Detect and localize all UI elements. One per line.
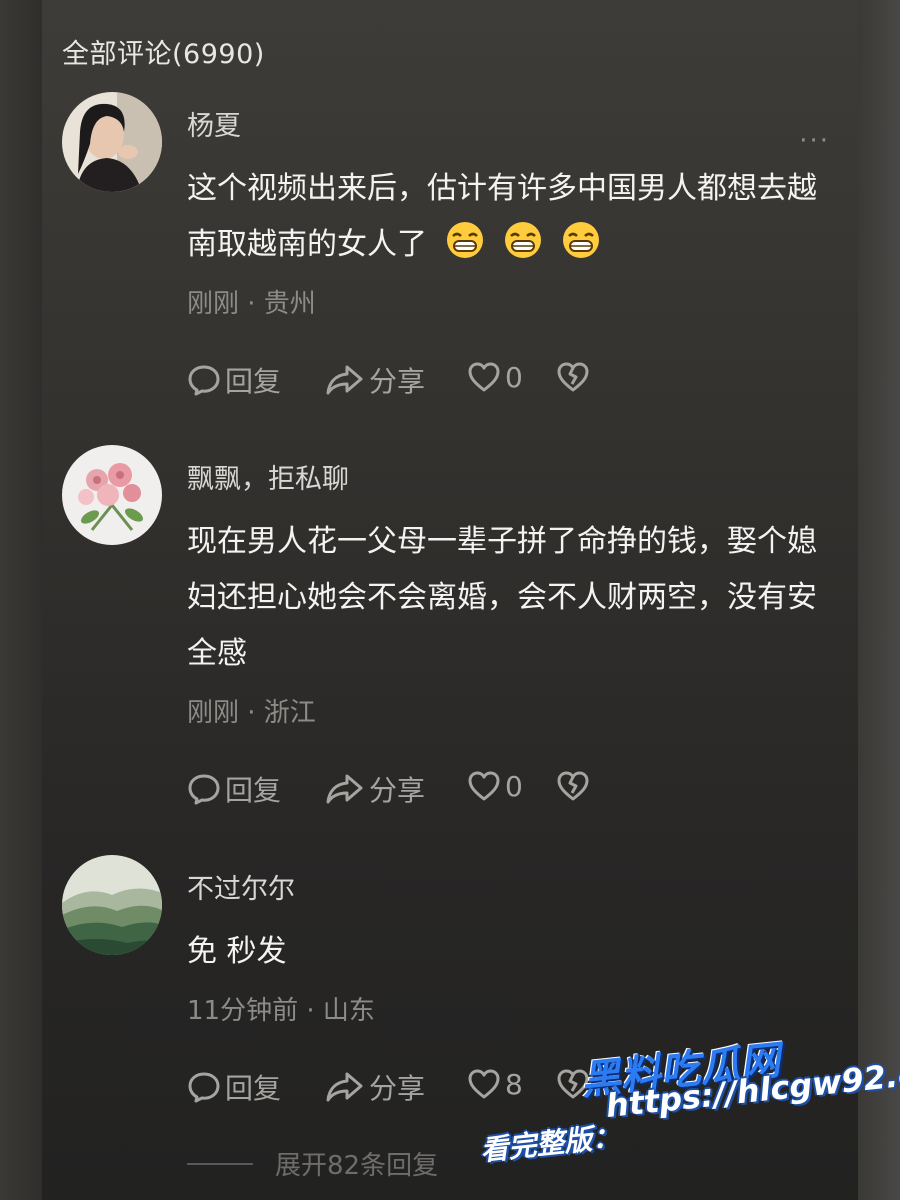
comment-text: 现在男人花一父母一辈子拼了命挣的钱，娶个媳妇还担心她会不会离婚，会不人财两空，没…	[187, 524, 817, 671]
reply-button[interactable]: 回复	[187, 360, 281, 400]
share-button[interactable]: 分享	[325, 360, 425, 400]
heart-icon	[468, 771, 500, 801]
avatar[interactable]	[62, 445, 162, 545]
like-count: 0	[505, 360, 523, 394]
expand-replies-button[interactable]: 展开82条回复	[187, 1145, 438, 1182]
comment-text: 这个视频出来后，估计有许多中国男人都想去越南取越南的女人了	[187, 161, 837, 273]
reply-icon	[188, 365, 220, 396]
reply-icon	[188, 1072, 220, 1103]
comment-meta: 刚刚 · 浙江	[187, 698, 316, 728]
comment-text: 免 秒发	[187, 934, 287, 969]
expand-replies-label: 展开82条回复	[275, 1151, 439, 1181]
share-label: 分享	[369, 365, 426, 398]
right-backdrop	[858, 0, 900, 1200]
comment-actions: 回复 分享 0	[187, 769, 837, 813]
like-count: 0	[505, 769, 523, 803]
broken-heart-icon	[557, 362, 589, 392]
username[interactable]: 杨夏	[187, 104, 837, 143]
share-icon	[326, 774, 363, 804]
grinning-emoji-icon	[503, 220, 543, 260]
comment-text-content: 这个视频出来后，估计有许多中国男人都想去越南取越南的女人了	[187, 171, 817, 262]
share-button[interactable]: 分享	[325, 1067, 425, 1107]
share-icon	[326, 365, 363, 395]
comment-meta: 刚刚 · 贵州	[187, 289, 316, 319]
heart-icon	[468, 362, 500, 392]
reply-label: 回复	[225, 774, 282, 807]
comment-body: 飘飘，拒私聊 现在男人花一父母一辈子拼了命挣的钱，娶个媳妇还担心她会不会离婚，会…	[187, 445, 837, 813]
grinning-emoji-icon	[445, 220, 485, 260]
reply-icon	[188, 774, 220, 805]
comments-count-title: 全部评论(6990)	[62, 39, 265, 70]
reply-button[interactable]: 回复	[187, 1067, 281, 1107]
reply-button[interactable]: 回复	[187, 769, 281, 809]
watermark: 黑料吃瓜网 https://hlcgw92.com 看完整版：	[478, 1030, 900, 1180]
avatar[interactable]	[62, 855, 162, 955]
share-button[interactable]: 分享	[325, 769, 425, 809]
dislike-button[interactable]	[555, 769, 591, 803]
share-label: 分享	[369, 1072, 426, 1105]
reply-label: 回复	[225, 1072, 282, 1105]
share-label: 分享	[369, 774, 426, 807]
like-button[interactable]: 0	[467, 360, 523, 394]
grinning-emoji-icon	[561, 220, 601, 260]
dislike-button[interactable]	[555, 360, 591, 394]
watermark-prefix: 看完整版：	[478, 1119, 622, 1168]
reply-label: 回复	[225, 365, 282, 398]
more-options-icon[interactable]: ···	[799, 126, 830, 156]
share-icon	[326, 1072, 363, 1102]
username[interactable]: 飘飘，拒私聊	[187, 457, 837, 496]
username[interactable]: 不过尔尔	[187, 867, 837, 906]
divider-line	[187, 1162, 253, 1165]
broken-heart-icon	[557, 771, 589, 801]
comment-body: 杨夏 这个视频出来后，估计有许多中国男人都想去越南取越南的女人了 刚刚 · 贵州…	[187, 92, 837, 404]
like-button[interactable]: 0	[467, 769, 523, 803]
comment-meta: 11分钟前 · 山东	[187, 996, 375, 1026]
left-backdrop	[0, 0, 42, 1200]
avatar[interactable]	[62, 92, 162, 192]
comment-actions: 回复 分享 0	[187, 360, 837, 404]
